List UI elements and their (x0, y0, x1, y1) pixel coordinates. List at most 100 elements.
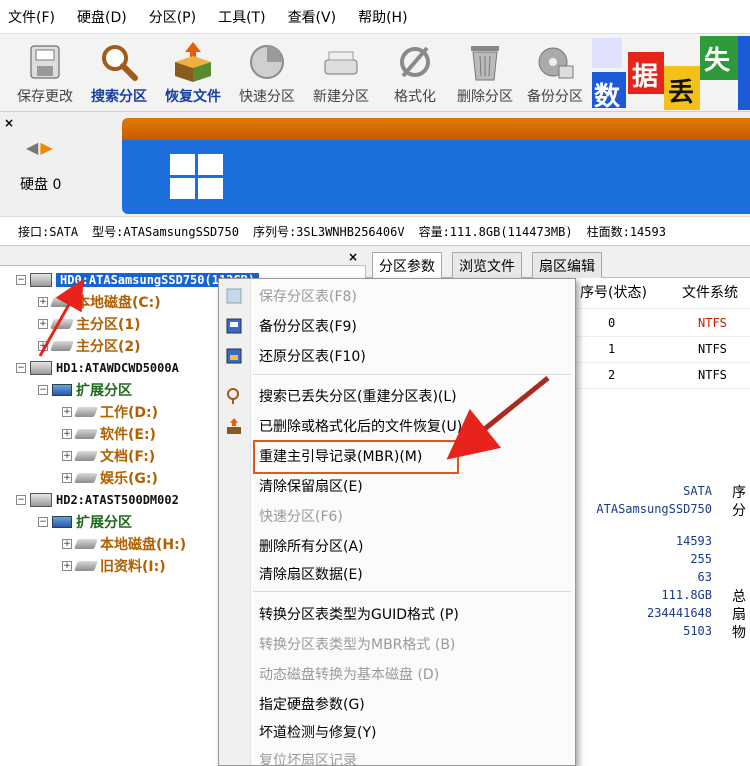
toolbar-label: 快速分区 (239, 89, 295, 105)
expand-icon[interactable]: + (62, 407, 72, 417)
volume-icon (74, 473, 98, 483)
row-divider (566, 388, 750, 389)
format-icon (393, 40, 437, 84)
tree-label: 扩展分区 (76, 515, 132, 531)
restore-files-button[interactable]: 恢复文件 (156, 38, 230, 108)
col-header-number: 序号(状态) (580, 285, 647, 301)
menu-item-backup-table[interactable]: 备份分区表(F9) (259, 315, 357, 337)
expand-icon[interactable]: + (62, 429, 72, 439)
expand-icon[interactable]: + (38, 297, 48, 307)
disk-info-line: 接口:SATA 型号:ATASamsungSSD750 序列号:3SL3WNHB… (0, 216, 750, 246)
tree-label: 文档(F:) (100, 449, 156, 465)
menu-item-clear-reserved[interactable]: 清除保留扇区(E) (259, 475, 363, 497)
tree-node-g[interactable]: + 娱乐(G:) (62, 468, 158, 488)
detail-heads: 255 (690, 552, 712, 566)
recover-files-icon (225, 417, 243, 435)
collapse-icon[interactable]: − (16, 495, 26, 505)
backup-table-icon (225, 317, 243, 335)
expand-icon[interactable]: + (38, 341, 48, 351)
info-cylinders: 柱面数:14593 (586, 224, 666, 239)
collapse-icon[interactable]: − (38, 517, 48, 527)
restore-table-icon (225, 347, 243, 365)
next-disk-icon[interactable]: ▶ (40, 138, 54, 157)
menu-separator (253, 591, 571, 592)
right-panel-tabs: 分区参数 浏览文件 扇区编辑 (366, 250, 750, 279)
volume-icon (50, 297, 74, 307)
disk-partition-bar[interactable] (122, 118, 750, 214)
menu-item-disk-params[interactable]: 指定硬盘参数(G) (259, 693, 365, 715)
menu-item-reset-bad[interactable]: 复位坏扇区记录 (259, 749, 357, 766)
menu-item-restore-table[interactable]: 还原分区表(F10) (259, 345, 366, 367)
tree-node-c[interactable]: + 本地磁盘(C:) (38, 292, 161, 312)
toolbar-label: 格式化 (394, 89, 436, 105)
expand-icon[interactable]: + (62, 451, 72, 461)
backup-icon (533, 40, 577, 84)
extended-partition-icon (52, 516, 72, 528)
tree-node-primary-1[interactable]: + 主分区(1) (38, 314, 141, 334)
new-partition-icon (319, 40, 363, 84)
expand-icon[interactable]: + (62, 473, 72, 483)
menu-tools[interactable]: 工具(T) (218, 7, 265, 27)
menu-item-clear-sectors[interactable]: 清除扇区数据(E) (259, 563, 363, 585)
info-interface: 接口:SATA (18, 224, 79, 239)
menu-disk[interactable]: 硬盘(D) (77, 7, 127, 27)
collapse-icon[interactable]: − (38, 385, 48, 395)
menu-item-save-table[interactable]: 保存分区表(F8) (259, 285, 357, 307)
save-changes-button[interactable]: 保存更改 (8, 38, 82, 108)
search-partition-button[interactable]: 搜索分区 (82, 38, 156, 108)
tree-node-primary-2[interactable]: + 主分区(2) (38, 336, 141, 356)
hard-disk-icon (30, 493, 52, 507)
tree-node-f[interactable]: + 文档(F:) (62, 446, 155, 466)
menu-item-search-lost[interactable]: 搜索已丢失分区(重建分区表)(L) (259, 385, 457, 407)
detail-label-cut: 总 (732, 589, 746, 605)
menu-item-dynamic-to-basic[interactable]: 动态磁盘转换为基本磁盘 (D) (259, 663, 439, 685)
menu-item-delete-all[interactable]: 删除所有分区(A) (259, 535, 364, 557)
search-lost-icon (225, 387, 243, 405)
detail-sectors: 63 (697, 570, 712, 584)
menu-item-convert-guid[interactable]: 转换分区表类型为GUID格式 (P) (259, 603, 459, 625)
trash-icon (463, 40, 507, 84)
detail-extra: 5103 (683, 624, 712, 638)
quick-partition-button[interactable]: 快速分区 (230, 38, 304, 108)
tree-label-hd2: HD2:ATAST500DM002 (56, 493, 179, 507)
tree-label: 主分区(1) (76, 317, 141, 333)
menu-partition[interactable]: 分区(P) (149, 7, 196, 27)
backup-partition-button[interactable]: 备份分区 (518, 38, 592, 108)
menu-item-convert-mbr[interactable]: 转换分区表类型为MBR格式 (B) (259, 633, 455, 655)
tree-node-i[interactable]: + 旧资料(I:) (62, 556, 166, 576)
menu-item-recover-files[interactable]: 已删除或格式化后的文件恢复(U) (259, 415, 462, 437)
format-button[interactable]: 格式化 (378, 38, 452, 108)
menu-help[interactable]: 帮助(H) (358, 7, 407, 27)
volume-icon (74, 407, 98, 417)
menu-view[interactable]: 查看(V) (288, 7, 337, 27)
collapse-icon[interactable]: − (16, 275, 26, 285)
new-partition-button[interactable]: 新建分区 (304, 38, 378, 108)
tree-node-extended-1[interactable]: − 扩展分区 (38, 380, 132, 400)
delete-partition-button[interactable]: 删除分区 (448, 38, 522, 108)
info-model: 型号:ATASamsungSSD750 (92, 224, 239, 239)
hard-disk-icon (30, 273, 52, 287)
info-serial: 序列号:3SL3WNHB256406V (252, 224, 405, 239)
tree-node-e[interactable]: + 软件(E:) (62, 424, 156, 444)
tree-node-d[interactable]: + 工作(D:) (62, 402, 158, 422)
close-icon[interactable]: × (4, 116, 14, 130)
tree-node-extended-2[interactable]: − 扩展分区 (38, 512, 132, 532)
menu-item-bad-sector[interactable]: 坏道检测与修复(Y) (259, 721, 376, 743)
tree-node-h[interactable]: + 本地磁盘(H:) (62, 534, 186, 554)
expand-icon[interactable]: + (62, 561, 72, 571)
collapse-icon[interactable]: − (16, 363, 26, 373)
close-tree-icon[interactable]: × (348, 250, 358, 264)
tab-sector-edit[interactable]: 扇区编辑 (532, 252, 602, 278)
col-header-fs: 文件系统 (682, 285, 738, 301)
expand-icon[interactable]: + (38, 319, 48, 329)
menu-file[interactable]: 文件(F) (8, 7, 55, 27)
save-table-icon (225, 287, 243, 305)
tab-partition-params[interactable]: 分区参数 (372, 252, 442, 279)
prev-disk-icon[interactable]: ◀ (26, 138, 40, 157)
expand-icon[interactable]: + (62, 539, 72, 549)
tree-node-hd2[interactable]: − HD2:ATAST500DM002 (16, 490, 179, 510)
row-2-number: 2 (608, 368, 616, 382)
tree-node-hd1[interactable]: − HD1:ATAWDCWD5000A (16, 358, 179, 378)
tab-browse-files[interactable]: 浏览文件 (452, 252, 522, 278)
menu-item-quick-partition[interactable]: 快速分区(F6) (259, 505, 343, 527)
